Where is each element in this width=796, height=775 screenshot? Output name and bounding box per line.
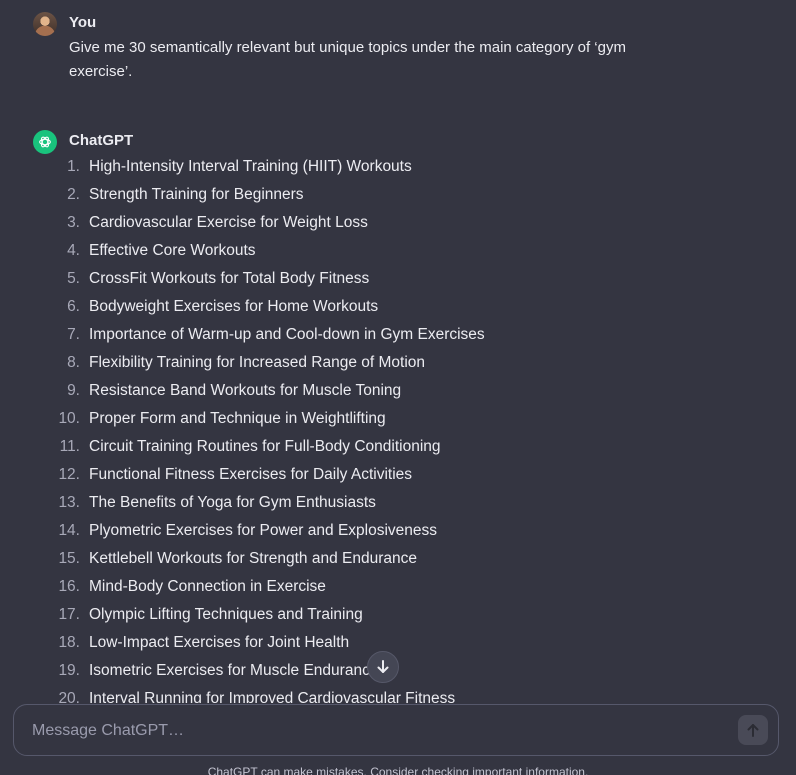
topic-number: 5.: [67, 270, 80, 287]
topic-number: 3.: [67, 214, 80, 231]
chat-page: You Give me 30 semantically relevant but…: [0, 0, 796, 775]
topic-number: 14.: [58, 522, 80, 539]
assistant-author-name: ChatGPT: [69, 132, 134, 149]
topic-text: Mind-Body Connection in Exercise: [89, 578, 326, 595]
user-message-text: Give me 30 semantically relevant but uni…: [69, 39, 626, 80]
chatgpt-logo-icon: [33, 130, 57, 154]
topic-number: 2.: [67, 186, 80, 203]
topic-text: Olympic Lifting Techniques and Training: [89, 606, 363, 623]
topic-text: Low-Impact Exercises for Joint Health: [89, 634, 350, 651]
topic-number: 13.: [58, 494, 80, 511]
topic-text: Functional Fitness Exercises for Daily A…: [89, 466, 413, 483]
topic-text: Bodyweight Exercises for Home Workouts: [89, 298, 379, 315]
topic-number: 9.: [67, 382, 80, 399]
topic-number: 18.: [58, 634, 80, 651]
scroll-down-button[interactable]: [367, 651, 399, 683]
topic-text: High-Intensity Interval Training (HIIT) …: [89, 158, 412, 175]
topic-number: 17.: [58, 606, 80, 623]
topic-text: The Benefits of Yoga for Gym Enthusiasts: [89, 494, 376, 511]
topic-text: Plyometric Exercises for Power and Explo…: [89, 522, 438, 539]
arrow-up-icon: [747, 724, 759, 737]
topic-number: 4.: [67, 242, 80, 259]
topic-number: 1.: [67, 158, 80, 175]
topic-number: 6.: [67, 298, 80, 315]
disclaimer-text: ChatGPT can make mistakes. Consider chec…: [207, 765, 589, 775]
topic-number: 15.: [58, 550, 80, 567]
topic-text: Importance of Warm-up and Cool-down in G…: [89, 326, 485, 343]
topic-text: CrossFit Workouts for Total Body Fitness: [89, 270, 370, 287]
topic-number: 8.: [67, 354, 80, 371]
topic-text: Strength Training for Beginners: [89, 186, 304, 203]
topic-text: Effective Core Workouts: [89, 242, 256, 259]
topic-number: 11.: [59, 438, 80, 455]
topic-text: Circuit Training Routines for Full-Body …: [89, 438, 441, 455]
topic-text: Isometric Exercises for Muscle Endurance: [89, 662, 379, 679]
arrow-down-icon: [377, 660, 389, 673]
user-avatar: [33, 12, 57, 36]
send-button[interactable]: [738, 715, 768, 745]
message-composer: [13, 704, 779, 756]
user-author-name: You: [69, 14, 97, 31]
topic-number: 19.: [58, 662, 80, 679]
composer-area: ChatGPT can make mistakes. Consider chec…: [0, 703, 796, 775]
topic-number: 12.: [58, 466, 80, 483]
topic-text: Kettlebell Workouts for Strength and End…: [89, 550, 417, 567]
topic-number: 16.: [58, 578, 80, 595]
topic-number: 10.: [58, 410, 80, 427]
message-input[interactable]: [30, 718, 724, 744]
topic-text: Resistance Band Workouts for Muscle Toni…: [89, 382, 402, 399]
topic-text: Flexibility Training for Increased Range…: [89, 354, 425, 371]
topic-text: Proper Form and Technique in Weightlifti…: [89, 410, 386, 427]
topic-text: Cardiovascular Exercise for Weight Loss: [89, 214, 368, 231]
topic-number: 7.: [67, 326, 80, 343]
